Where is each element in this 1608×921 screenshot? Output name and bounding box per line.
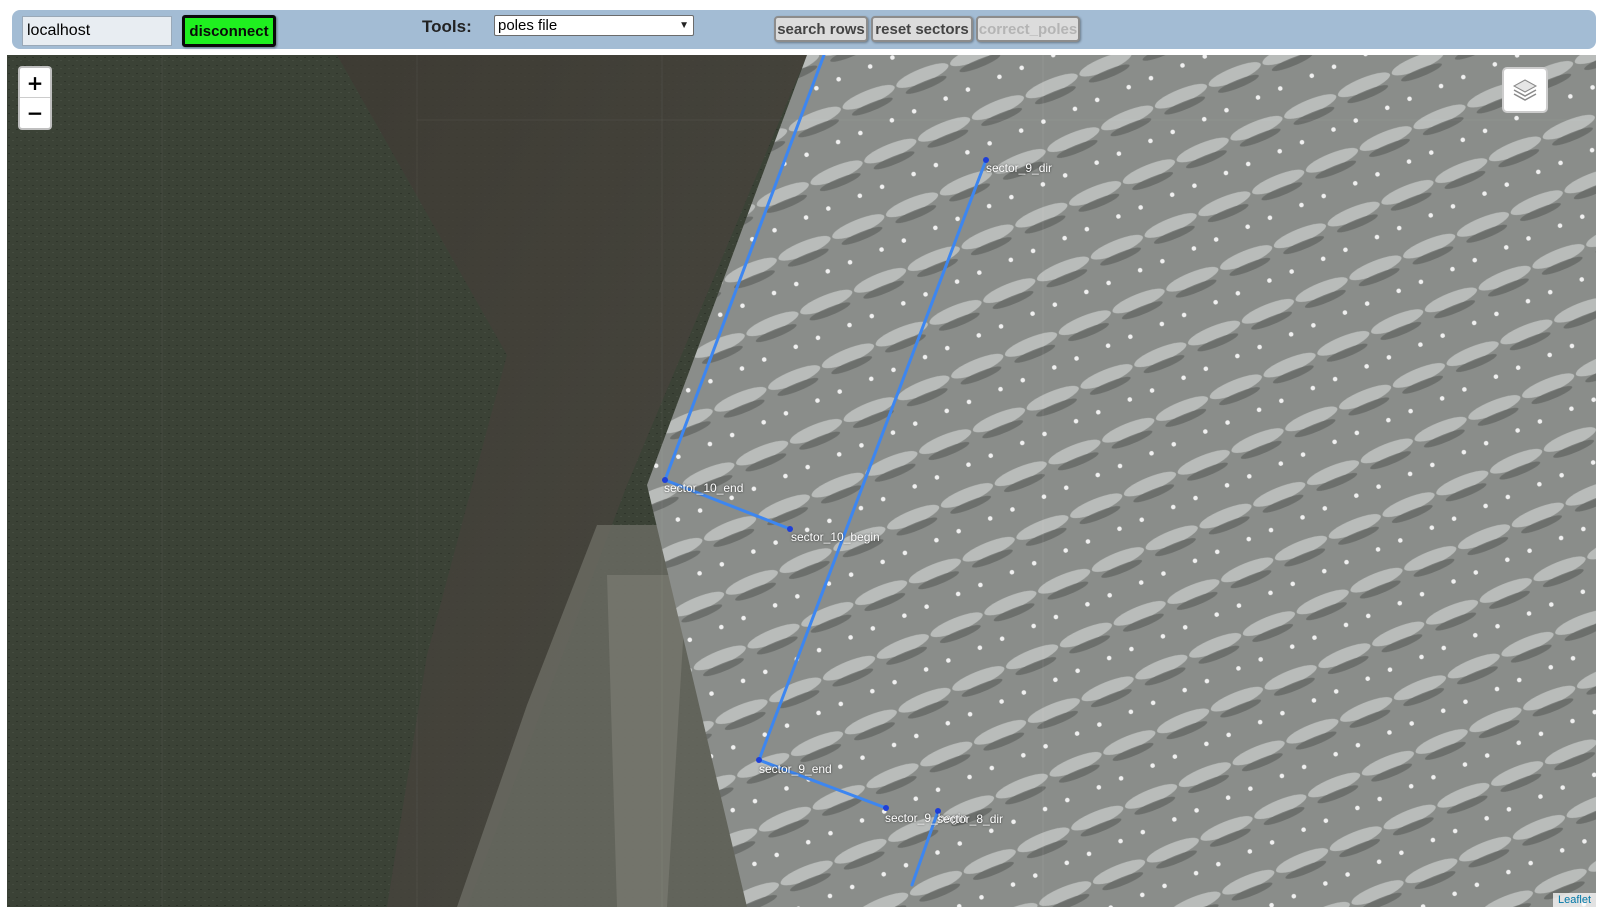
leaflet-attribution-link[interactable]: Leaflet <box>1552 893 1596 907</box>
label-sector-9-dir: sector_9_dir <box>986 161 1053 175</box>
host-input[interactable] <box>22 16 172 46</box>
label-sector-10-begin: sector_10_begin <box>791 530 880 544</box>
label-sector-10-end: sector_10_end <box>664 481 744 495</box>
zoom-control: + − <box>18 66 52 130</box>
correct-poles-button[interactable]: correct_poles <box>976 16 1080 42</box>
tools-select[interactable]: poles file ▼ <box>494 15 694 36</box>
tools-label: Tools: <box>422 17 472 36</box>
layers-icon <box>1512 79 1538 101</box>
page-footer-space <box>0 907 1608 921</box>
chevron-down-icon: ▼ <box>679 20 689 31</box>
satellite-map[interactable]: sector_9_dir sector_10_end sector_10_beg… <box>7 55 1596 907</box>
label-sector-9-end: sector_9_end <box>759 762 832 776</box>
disconnect-button[interactable]: disconnect <box>182 15 276 47</box>
label-sector-8-dir: sector_8_dir <box>937 812 1004 826</box>
search-rows-button[interactable]: search rows <box>774 16 868 42</box>
satellite-imagery <box>7 55 1596 907</box>
reset-sectors-button[interactable]: reset sectors <box>871 16 973 42</box>
tools-select-value: poles file <box>498 17 558 34</box>
zoom-out-button[interactable]: − <box>20 98 50 128</box>
layers-button[interactable] <box>1502 67 1548 113</box>
top-toolbar: disconnect Tools: poles file ▼ search ro… <box>12 10 1596 49</box>
zoom-in-button[interactable]: + <box>20 68 50 98</box>
